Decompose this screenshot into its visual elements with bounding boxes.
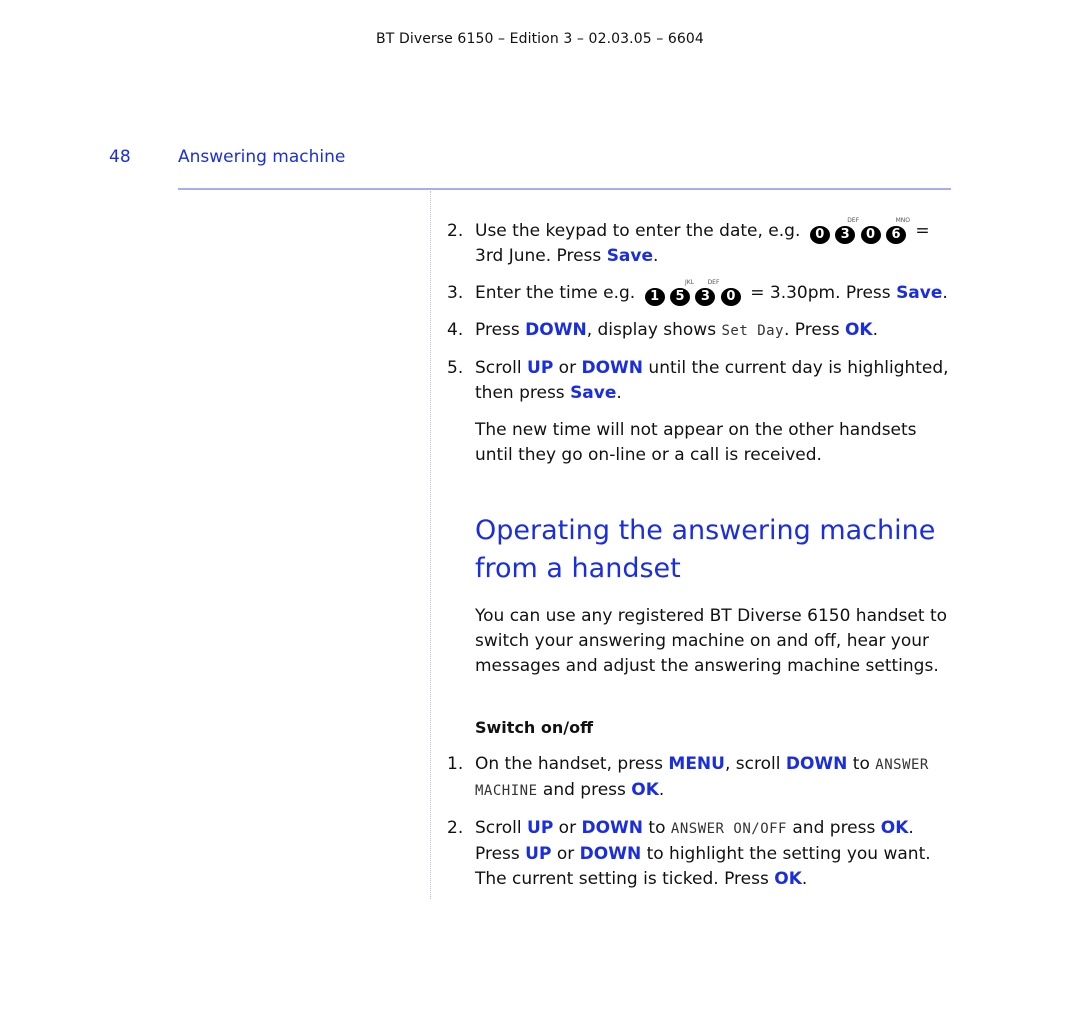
step-number: 1.	[447, 754, 464, 774]
edition-line: BT Diverse 6150 – Edition 3 – 02.03.05 –…	[376, 31, 704, 47]
down-label: DOWN	[579, 844, 642, 864]
step-text: Enter the time e.g.	[475, 283, 636, 303]
switch-step-2: 2. Scroll UP or DOWN to ANSWER ON/OFF an…	[447, 816, 957, 892]
ok-label: OK	[844, 320, 873, 340]
keypad-key-icon: 0	[720, 288, 741, 306]
ok-label: OK	[880, 818, 909, 838]
save-label: Save	[896, 283, 943, 303]
ok-label: OK	[774, 869, 802, 889]
step-text: Use the keypad to enter the date, e.g.	[475, 221, 801, 241]
lcd-display-text: Set Day	[721, 323, 784, 339]
section-title: Answering machine	[178, 147, 346, 167]
keypad-key-icon: 5 JKL	[670, 279, 694, 306]
keypad-key-icon: 0	[860, 226, 881, 244]
switch-step-1: 1. On the handset, press MENU, scroll DO…	[447, 752, 957, 804]
step-4-set-day: 4. Press DOWN, display shows Set Day. Pr…	[447, 318, 957, 344]
section-heading: Operating the answering machine from a h…	[475, 515, 936, 584]
down-label: DOWN	[525, 320, 587, 340]
subheading-switch-on-off: Switch on/off	[475, 718, 594, 737]
up-label: UP	[527, 818, 554, 838]
save-label: Save	[570, 383, 617, 403]
column-divider	[430, 191, 431, 899]
keypad-key-icon: 0	[809, 226, 830, 244]
key-sequence: 0 3 DEF 0 6 MNO	[809, 217, 910, 244]
up-label: UP	[527, 358, 554, 378]
down-label: DOWN	[581, 358, 644, 378]
page-number: 48	[109, 147, 131, 167]
step-number: 4.	[447, 320, 464, 340]
save-label: Save	[606, 246, 654, 266]
down-label: DOWN	[581, 818, 644, 838]
key-sequence: 1 5 JKL 3 DEF 0	[644, 279, 741, 306]
time-note: The new time will not appear on the othe…	[475, 420, 917, 465]
ok-label: OK	[631, 780, 659, 800]
menu-label: MENU	[668, 754, 725, 774]
step-number: 2.	[447, 818, 464, 838]
step-3-time: 3. Enter the time e.g. 1 5 JKL 3 DEF 0 = 3…	[447, 279, 948, 306]
keypad-key-icon: 3 DEF	[835, 217, 859, 244]
step-number: 3.	[447, 283, 464, 303]
step-2-date: 2. Use the keypad to enter the date, e.g…	[447, 217, 957, 269]
header-rule	[178, 188, 951, 190]
step-number: 2.	[447, 221, 464, 241]
keypad-key-icon: 1	[644, 288, 665, 306]
down-label: DOWN	[785, 754, 848, 774]
keypad-key-icon: 3 DEF	[695, 279, 719, 306]
step-number: 5.	[447, 358, 464, 378]
main-content: 2. Use the keypad to enter the date, e.g…	[447, 217, 957, 904]
keypad-key-icon: 6 MNO	[885, 217, 910, 244]
step-5-scroll-day: 5. Scroll UP or DOWN until the current d…	[447, 356, 957, 406]
up-label: UP	[525, 844, 552, 864]
section-intro: You can use any registered BT Diverse 61…	[475, 606, 948, 676]
lcd-display-text: ANSWER ON/OFF	[670, 821, 787, 837]
